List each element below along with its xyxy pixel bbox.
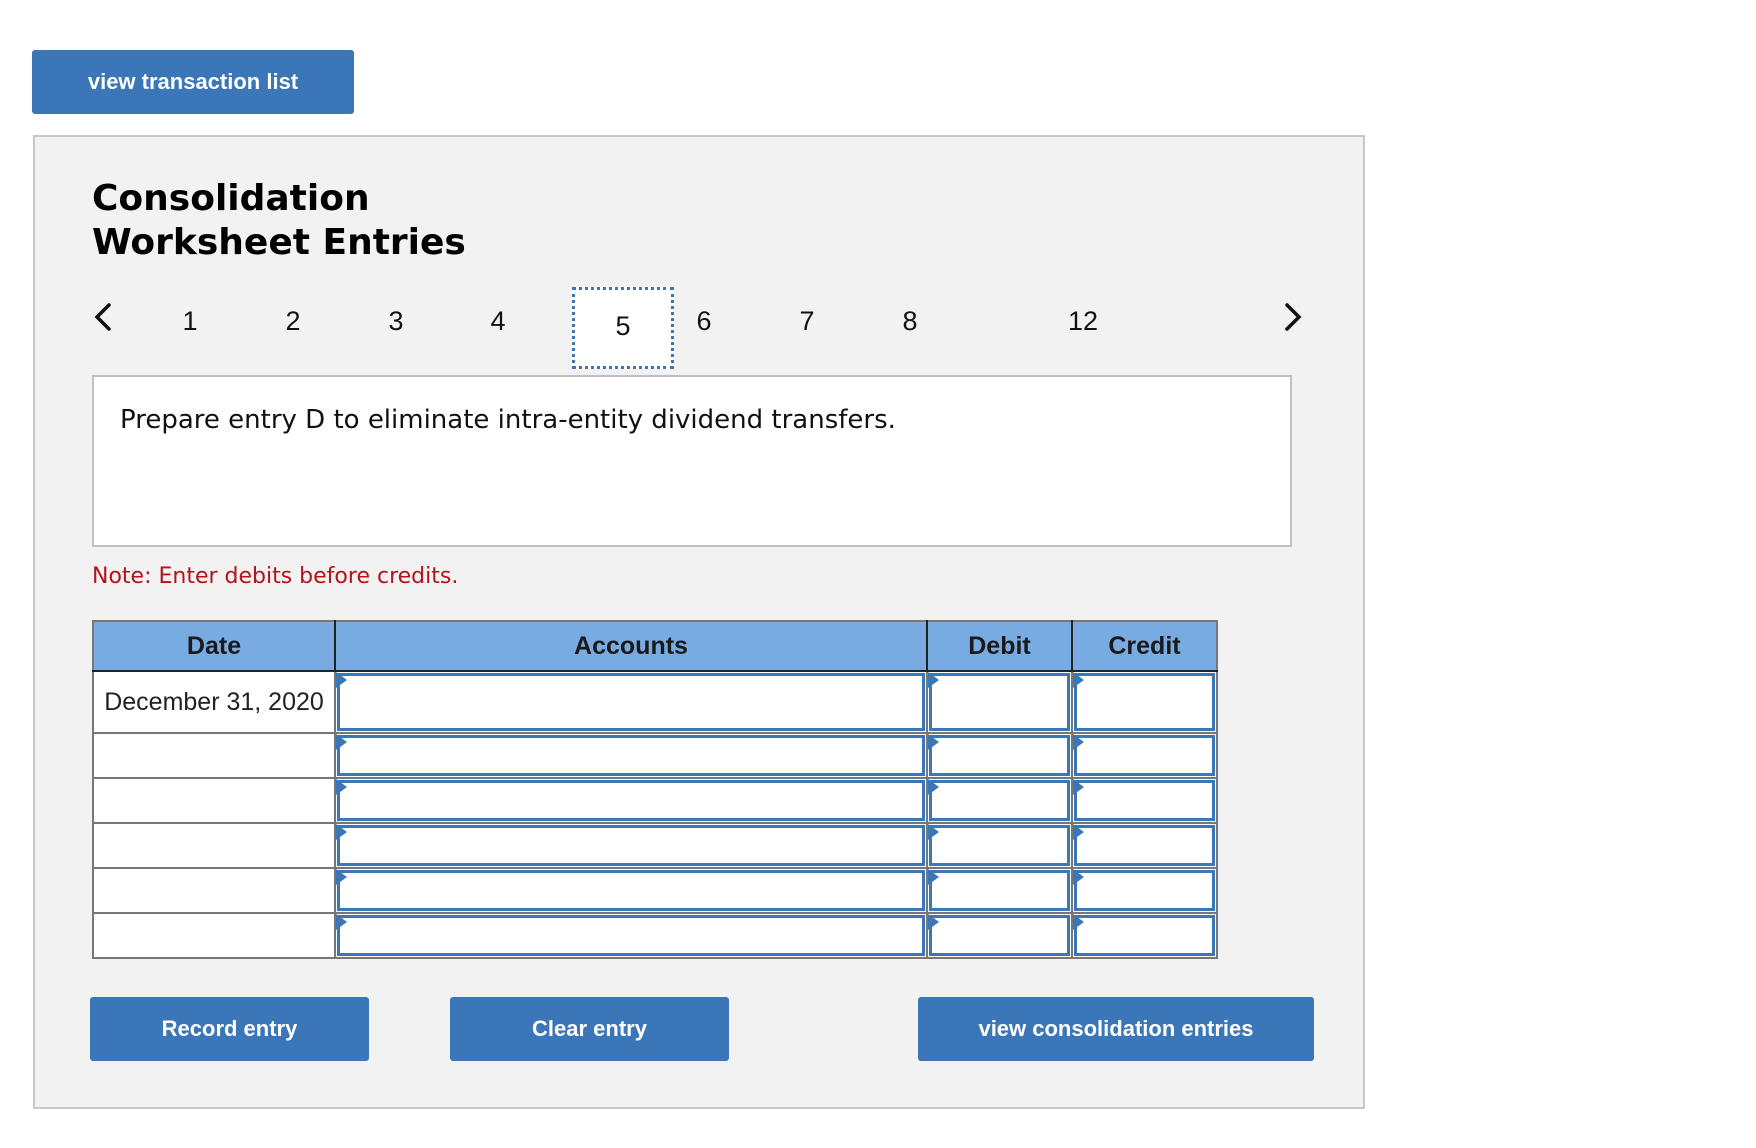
account-cell [334, 732, 928, 779]
table-row [92, 867, 1218, 914]
account-cell [334, 912, 928, 959]
credit-cell [1071, 912, 1218, 959]
prompt-text: Prepare entry D to eliminate intra-entit… [120, 405, 896, 435]
dropdown-flag-icon [1073, 869, 1084, 885]
page-8[interactable]: 8 [880, 297, 940, 345]
debit-input[interactable] [929, 870, 1070, 911]
credit-input[interactable] [1074, 870, 1215, 911]
page-2[interactable]: 2 [263, 297, 323, 345]
page-3[interactable]: 3 [366, 297, 426, 345]
debit-input[interactable] [929, 673, 1070, 731]
account-cell [334, 822, 928, 869]
table-row [92, 822, 1218, 869]
page-5-active[interactable]: 5 [572, 287, 674, 369]
title-line-1: Consolidation [92, 178, 370, 219]
dropdown-flag-icon [336, 914, 347, 930]
header-date: Date [92, 620, 336, 672]
credit-input[interactable] [1074, 735, 1215, 776]
table-header-row: Date Accounts Debit Credit [92, 620, 1218, 672]
debit-cell [926, 670, 1073, 734]
table-row: December 31, 2020 [92, 670, 1218, 734]
table-row [92, 777, 1218, 824]
table-row [92, 732, 1218, 779]
debit-cell [926, 777, 1073, 824]
debit-input[interactable] [929, 780, 1070, 821]
page-12[interactable]: 12 [1053, 297, 1113, 345]
debit-input[interactable] [929, 915, 1070, 956]
chevron-left-icon[interactable] [91, 297, 115, 337]
account-cell [334, 867, 928, 914]
credit-input[interactable] [1074, 915, 1215, 956]
debit-cell [926, 867, 1073, 914]
date-cell [92, 732, 336, 779]
dropdown-flag-icon [336, 672, 347, 688]
dropdown-flag-icon [336, 779, 347, 795]
page-7[interactable]: 7 [777, 297, 837, 345]
clear-entry-button[interactable]: Clear entry [450, 997, 729, 1061]
chevron-right-icon[interactable] [1281, 297, 1305, 337]
table-row [92, 912, 1218, 959]
debit-input[interactable] [929, 825, 1070, 866]
credit-cell [1071, 670, 1218, 734]
dropdown-flag-icon [928, 672, 939, 688]
panel-title: Consolidation Worksheet Entries [92, 177, 466, 265]
credit-input[interactable] [1074, 673, 1215, 731]
dropdown-flag-icon [1073, 672, 1084, 688]
record-entry-button[interactable]: Record entry [90, 997, 369, 1061]
date-cell [92, 867, 336, 914]
account-input[interactable] [337, 735, 925, 776]
dropdown-flag-icon [928, 779, 939, 795]
entry-pager: 1 2 3 4 5 6 7 8 12 [35, 287, 1363, 369]
account-input[interactable] [337, 825, 925, 866]
dropdown-flag-icon [1073, 824, 1084, 840]
account-input[interactable] [337, 870, 925, 911]
dropdown-flag-icon [928, 869, 939, 885]
page-1[interactable]: 1 [160, 297, 220, 345]
page-6[interactable]: 6 [674, 297, 734, 345]
dropdown-flag-icon [928, 914, 939, 930]
credit-input[interactable] [1074, 780, 1215, 821]
dropdown-flag-icon [928, 824, 939, 840]
dropdown-flag-icon [336, 824, 347, 840]
credit-cell [1071, 867, 1218, 914]
journal-entry-table: Date Accounts Debit Credit December 31, … [92, 620, 1218, 959]
prompt-box: Prepare entry D to eliminate intra-entit… [92, 375, 1292, 547]
dropdown-flag-icon [336, 869, 347, 885]
header-accounts: Accounts [334, 620, 928, 672]
dropdown-flag-icon [336, 734, 347, 750]
header-debit: Debit [926, 620, 1073, 672]
account-input[interactable] [337, 915, 925, 956]
view-consolidation-entries-button[interactable]: view consolidation entries [918, 997, 1314, 1061]
title-line-2: Worksheet Entries [92, 222, 466, 263]
credit-input[interactable] [1074, 825, 1215, 866]
debit-cell [926, 732, 1073, 779]
account-input[interactable] [337, 673, 925, 731]
date-cell [92, 912, 336, 959]
account-cell [334, 670, 928, 734]
dropdown-flag-icon [1073, 914, 1084, 930]
dropdown-flag-icon [1073, 779, 1084, 795]
debit-cell [926, 822, 1073, 869]
debit-cell [926, 912, 1073, 959]
account-input[interactable] [337, 780, 925, 821]
note-text: Note: Enter debits before credits. [92, 564, 459, 589]
account-cell [334, 777, 928, 824]
date-cell [92, 777, 336, 824]
page-4[interactable]: 4 [468, 297, 528, 345]
date-cell: December 31, 2020 [92, 670, 336, 734]
credit-cell [1071, 732, 1218, 779]
date-cell [92, 822, 336, 869]
dropdown-flag-icon [928, 734, 939, 750]
credit-cell [1071, 777, 1218, 824]
credit-cell [1071, 822, 1218, 869]
dropdown-flag-icon [1073, 734, 1084, 750]
debit-input[interactable] [929, 735, 1070, 776]
header-credit: Credit [1071, 620, 1218, 672]
view-transaction-list-button[interactable]: view transaction list [32, 50, 354, 114]
worksheet-panel: Consolidation Worksheet Entries 1 2 3 4 … [33, 135, 1365, 1109]
